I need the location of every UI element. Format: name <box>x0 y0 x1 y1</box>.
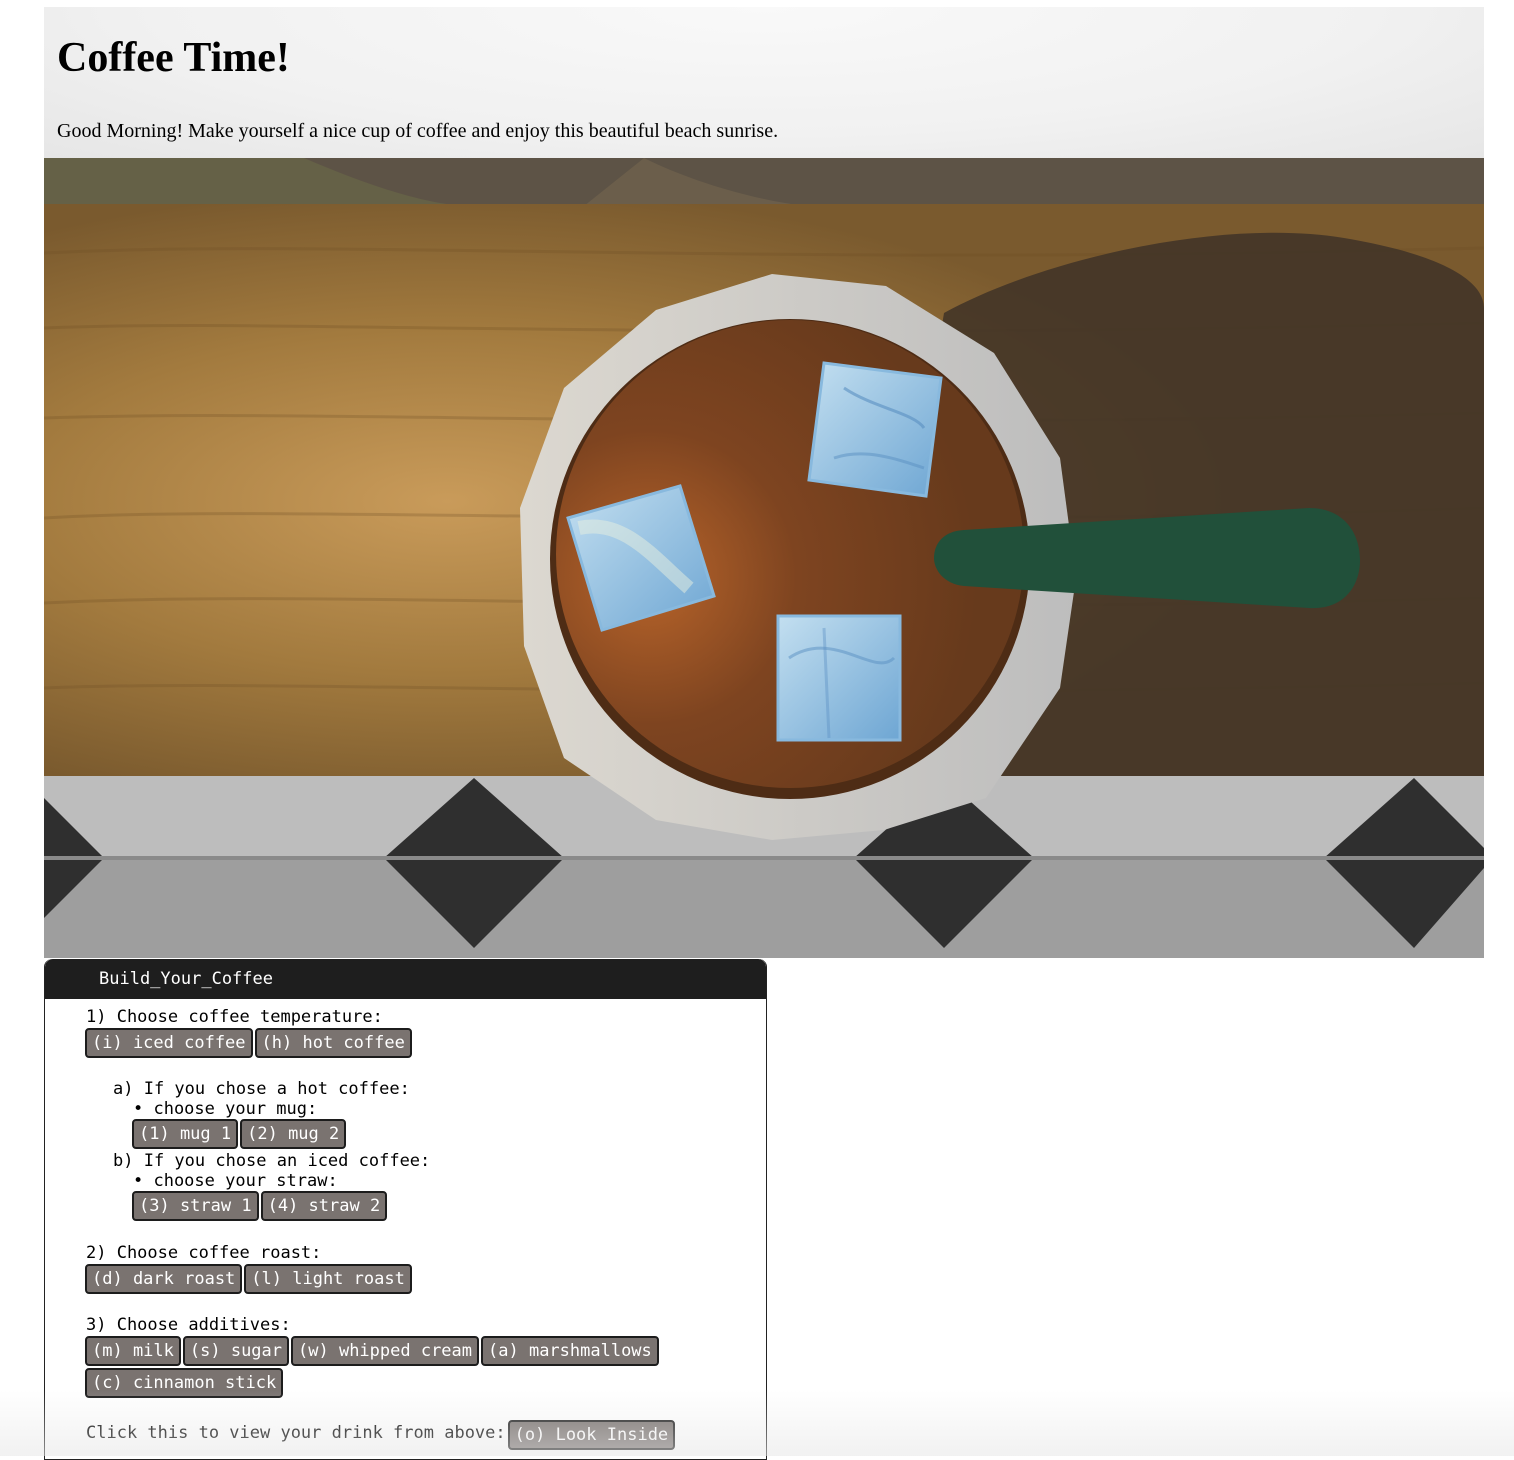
step1-label: 1) Choose coffee temperature: <box>86 1007 383 1027</box>
page-subtitle: Good Morning! Make yourself a nice cup o… <box>57 120 779 142</box>
hot-coffee-button[interactable]: (h) hot coffee <box>254 1028 412 1058</box>
build-your-coffee-panel: Build_Your_Coffee 1) Choose coffee tempe… <box>44 959 767 1460</box>
cinnamon-stick-button[interactable]: (c) cinnamon stick <box>85 1368 284 1398</box>
ice-cube-1 <box>807 361 943 498</box>
additive-buttons-row2: (c) cinnamon stick <box>85 1368 285 1398</box>
sub-b-label: b) If you chose an iced coffee: <box>113 1151 431 1171</box>
ice-cube-3 <box>776 614 902 742</box>
panel-title: Build_Your_Coffee <box>45 959 766 999</box>
roast-buttons: (d) dark roast (l) light roast <box>85 1264 414 1294</box>
step3-label: 3) Choose additives: <box>86 1315 291 1335</box>
page-header: Coffee Time! Good Morning! Make yourself… <box>44 7 1484 158</box>
marshmallows-button[interactable]: (a) marshmallows <box>481 1336 659 1366</box>
page-title: Coffee Time! <box>57 35 290 81</box>
milk-button[interactable]: (m) milk <box>85 1336 181 1366</box>
mug-1-button[interactable]: (1) mug 1 <box>132 1119 239 1149</box>
sub-b-bullet: • choose your straw: <box>133 1171 338 1191</box>
light-roast-button[interactable]: (l) light roast <box>244 1264 412 1294</box>
coffee-scene-canvas[interactable] <box>44 158 1484 958</box>
sugar-button[interactable]: (s) sugar <box>182 1336 290 1366</box>
look-inside-label: Click this to view your drink from above… <box>86 1423 506 1443</box>
iced-coffee-button[interactable]: (i) iced coffee <box>85 1028 253 1058</box>
coffee-scene-graphic <box>44 158 1484 958</box>
temperature-buttons: (i) iced coffee (h) hot coffee <box>85 1028 414 1058</box>
dark-roast-button[interactable]: (d) dark roast <box>85 1264 243 1294</box>
additive-buttons-row1: (m) milk (s) sugar (w) whipped cream (a) ma… <box>85 1336 661 1366</box>
sub-a-label: a) If you chose a hot coffee: <box>113 1079 410 1099</box>
sub-a-bullet: • choose your mug: <box>133 1099 318 1119</box>
look-inside-row: Click this to view your drink from above… <box>86 1420 677 1450</box>
mug-2-button[interactable]: (2) mug 2 <box>240 1119 347 1149</box>
straw-1-button[interactable]: (3) straw 1 <box>132 1191 259 1221</box>
whipped-cream-button[interactable]: (w) whipped cream <box>291 1336 480 1366</box>
straw-2-button[interactable]: (4) straw 2 <box>260 1191 388 1221</box>
straw-buttons: (3) straw 1 (4) straw 2 <box>132 1191 389 1221</box>
look-inside-button[interactable]: (o) Look Inside <box>507 1420 676 1450</box>
step2-label: 2) Choose coffee roast: <box>86 1243 322 1263</box>
mug-buttons: (1) mug 1 (2) mug 2 <box>132 1119 348 1149</box>
